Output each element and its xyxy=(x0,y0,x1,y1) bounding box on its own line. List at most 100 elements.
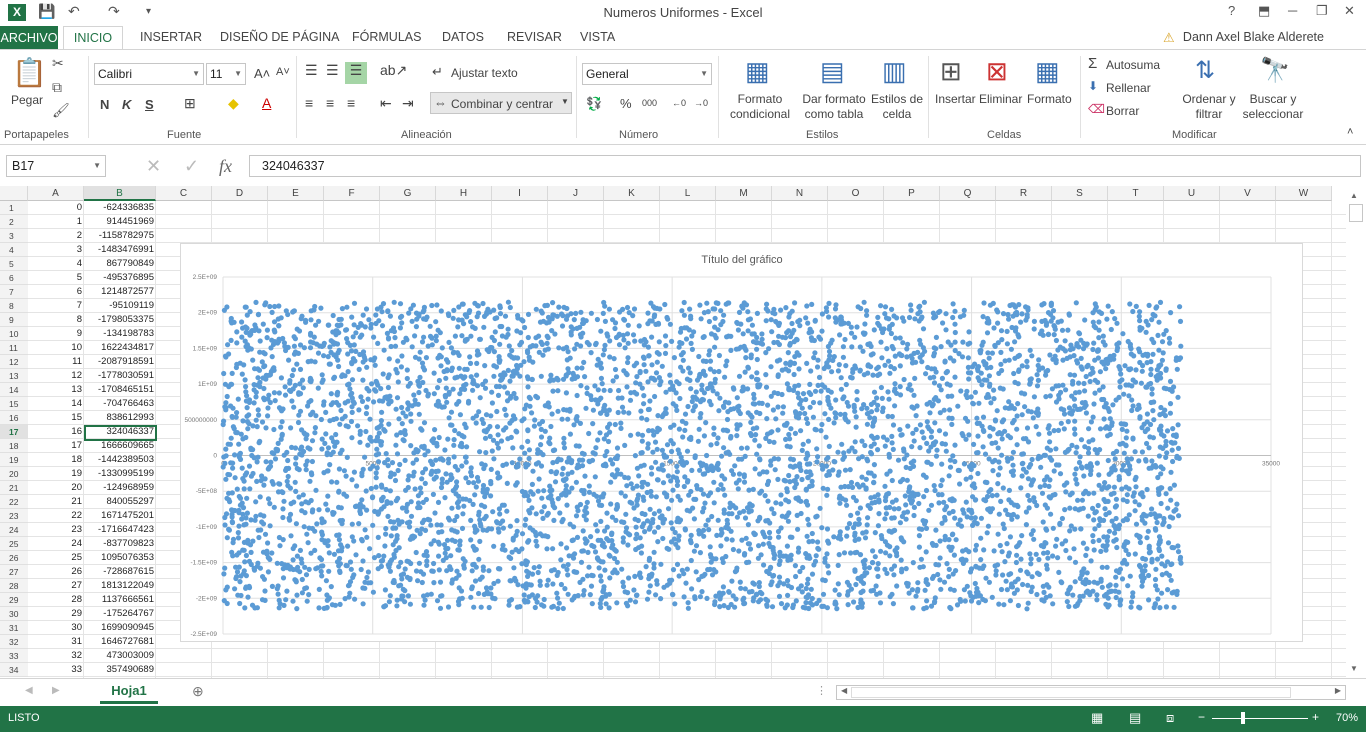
chevron-down-icon[interactable]: ▼ xyxy=(561,97,569,106)
cell-b[interactable]: 1813122049 xyxy=(84,579,156,593)
cell-b[interactable]: 1622434817 xyxy=(84,341,156,355)
cell-b[interactable]: -124968959 xyxy=(84,481,156,495)
sort-filter-button[interactable]: Ordenar y filtrar xyxy=(1180,92,1238,122)
cell-a[interactable]: 18 xyxy=(28,453,84,467)
row-header[interactable]: 3 xyxy=(0,229,28,243)
cell-a[interactable]: 13 xyxy=(28,383,84,397)
cell-a[interactable]: 21 xyxy=(28,495,84,509)
cell-b[interactable]: 867790849 xyxy=(84,257,156,271)
column-header-r[interactable]: R xyxy=(996,186,1052,201)
row-header[interactable]: 15 xyxy=(0,397,28,411)
scatter-chart[interactable]: Título del gráfico0500010000150002000025… xyxy=(180,243,1303,642)
tab-data[interactable]: DATOS xyxy=(442,30,484,44)
font-color-icon[interactable]: A xyxy=(262,95,271,111)
tab-review[interactable]: REVISAR xyxy=(507,30,562,44)
cell-a[interactable]: 8 xyxy=(28,313,84,327)
help-button[interactable]: ? xyxy=(1228,3,1235,18)
row-header[interactable]: 32 xyxy=(0,635,28,649)
cell-b[interactable]: 357490689 xyxy=(84,663,156,677)
cell-a[interactable]: 2 xyxy=(28,229,84,243)
font-size-select[interactable]: 11 ▼ xyxy=(206,63,246,85)
cell-a[interactable]: 4 xyxy=(28,257,84,271)
row-header[interactable]: 19 xyxy=(0,453,28,467)
row-header[interactable]: 14 xyxy=(0,383,28,397)
cell-b[interactable]: 473003009 xyxy=(84,649,156,663)
row-header[interactable]: 23 xyxy=(0,509,28,523)
percent-icon[interactable]: % xyxy=(620,96,632,111)
column-header-l[interactable]: L xyxy=(660,186,716,201)
column-header-b[interactable]: B xyxy=(84,186,156,201)
row-header[interactable]: 1 xyxy=(0,201,28,215)
cell-a[interactable]: 30 xyxy=(28,621,84,635)
name-box[interactable]: B17 ▼ xyxy=(6,155,106,177)
ribbon-display-button[interactable]: ⬒ xyxy=(1258,3,1270,19)
cell-b[interactable]: -134198783 xyxy=(84,327,156,341)
column-header-s[interactable]: S xyxy=(1052,186,1108,201)
insert-cells-button[interactable]: Insertar xyxy=(935,92,976,106)
row-header[interactable]: 30 xyxy=(0,607,28,621)
row-header[interactable]: 22 xyxy=(0,495,28,509)
column-header-t[interactable]: T xyxy=(1108,186,1164,201)
cell-b[interactable]: -704766463 xyxy=(84,397,156,411)
cell-b[interactable]: 914451969 xyxy=(84,215,156,229)
column-header-f[interactable]: F xyxy=(324,186,380,201)
cell-b[interactable]: -1716647423 xyxy=(84,523,156,537)
column-header-q[interactable]: Q xyxy=(940,186,996,201)
cell-a[interactable]: 28 xyxy=(28,593,84,607)
row-header[interactable]: 6 xyxy=(0,271,28,285)
collapse-ribbon-icon[interactable]: ˄ xyxy=(1347,126,1353,138)
format-cells-button[interactable]: Formato xyxy=(1027,92,1072,106)
row-header[interactable]: 27 xyxy=(0,565,28,579)
cell-b[interactable]: 1214872577 xyxy=(84,285,156,299)
column-header-j[interactable]: J xyxy=(548,186,604,201)
copy-icon[interactable]: ⧉ xyxy=(52,79,62,96)
row-header[interactable]: 20 xyxy=(0,467,28,481)
cell-a[interactable]: 5 xyxy=(28,271,84,285)
decrease-indent-icon[interactable]: ⇤ xyxy=(380,95,392,112)
column-header-c[interactable]: C xyxy=(156,186,212,201)
row-header[interactable]: 18 xyxy=(0,439,28,453)
currency-format-icon[interactable]: 💱 xyxy=(586,96,602,112)
cell-b[interactable]: 1095076353 xyxy=(84,551,156,565)
column-header-v[interactable]: V xyxy=(1220,186,1276,201)
cell-a[interactable]: 3 xyxy=(28,243,84,257)
clear-button[interactable]: Borrar xyxy=(1106,104,1139,118)
align-right-icon[interactable]: ≡ xyxy=(347,95,355,111)
cell-b[interactable]: -1798053375 xyxy=(84,313,156,327)
cell-a[interactable]: 22 xyxy=(28,509,84,523)
underline-button[interactable]: S xyxy=(145,97,154,112)
fill-button[interactable]: Rellenar xyxy=(1106,81,1151,95)
cell-a[interactable]: 33 xyxy=(28,663,84,677)
row-header[interactable]: 34 xyxy=(0,663,28,677)
tab-insert[interactable]: INSERTAR xyxy=(140,30,202,44)
row-header[interactable]: 4 xyxy=(0,243,28,257)
row-header[interactable]: 10 xyxy=(0,327,28,341)
minimize-button[interactable]: ─ xyxy=(1288,3,1297,18)
row-header[interactable]: 28 xyxy=(0,579,28,593)
cell-a[interactable]: 24 xyxy=(28,537,84,551)
orientation-icon[interactable]: ab↗ xyxy=(380,62,407,79)
conditional-format-button[interactable]: Formato condicional xyxy=(722,92,798,122)
cell-b[interactable]: 1137666561 xyxy=(84,593,156,607)
cell-b[interactable]: -728687615 xyxy=(84,565,156,579)
cell-a[interactable]: 25 xyxy=(28,551,84,565)
row-header[interactable]: 7 xyxy=(0,285,28,299)
cell-a[interactable]: 1 xyxy=(28,215,84,229)
cell-a[interactable]: 0 xyxy=(28,201,84,215)
cell-b[interactable]: -95109119 xyxy=(84,299,156,313)
paste-icon[interactable]: 📋 xyxy=(12,56,47,89)
align-bottom-icon[interactable]: ☰ xyxy=(345,62,367,84)
column-header-e[interactable]: E xyxy=(268,186,324,201)
tab-view[interactable]: VISTA xyxy=(580,30,615,44)
row-header[interactable]: 8 xyxy=(0,299,28,313)
cell-a[interactable]: 26 xyxy=(28,565,84,579)
cell-a[interactable]: 10 xyxy=(28,341,84,355)
cell-b[interactable]: 838612993 xyxy=(84,411,156,425)
row-header[interactable]: 11 xyxy=(0,341,28,355)
italic-button[interactable]: K xyxy=(122,97,131,112)
tab-file[interactable]: ARCHIVO xyxy=(0,26,58,50)
cell-b[interactable]: 840055297 xyxy=(84,495,156,509)
column-header-d[interactable]: D xyxy=(212,186,268,201)
cell-a[interactable]: 29 xyxy=(28,607,84,621)
row-header[interactable]: 31 xyxy=(0,621,28,635)
